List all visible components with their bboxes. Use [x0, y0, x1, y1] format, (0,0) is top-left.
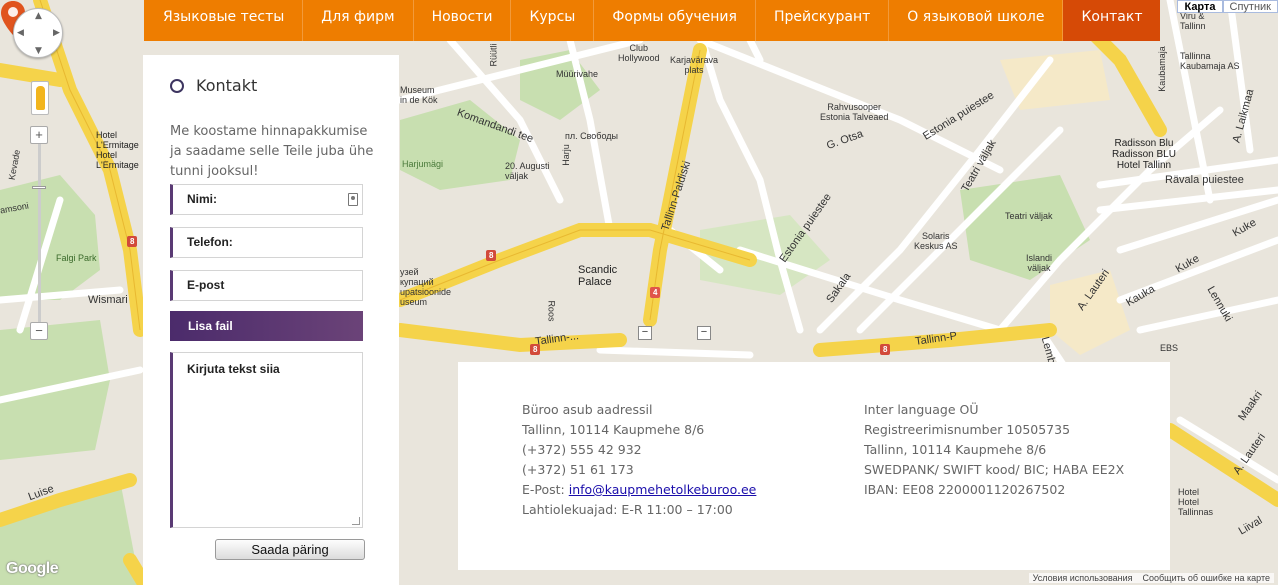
message-textarea-label: Kirjuta tekst siia	[187, 362, 280, 376]
resize-grip-icon[interactable]	[352, 517, 360, 525]
google-logo: Google	[6, 560, 59, 577]
company-info-box: Büroo asub aadressil Tallinn, 10114 Kaup…	[458, 362, 1170, 570]
attach-file-button[interactable]: Lisa fail	[170, 311, 363, 341]
form-intro-text: Me koostame hinnapakkumise ja saadame se…	[170, 124, 374, 179]
email-prefix: E-Post:	[522, 482, 569, 497]
map-label-roos: Roos	[546, 300, 557, 322]
map-label-ravala: Rävala puiestee	[1165, 174, 1244, 186]
map-label-islandi: Islandi väljak	[1026, 253, 1053, 273]
map-label-wismari: Wismari	[88, 294, 128, 306]
map-type-switch[interactable]: Карта Спутник	[1177, 0, 1278, 13]
office-address-column: Büroo asub aadressil Tallinn, 10114 Kaup…	[522, 400, 756, 520]
pan-control[interactable]: ▲ ▼ ◀ ▶	[13, 8, 63, 58]
map-label-radisson: Radisson Blu Radisson BLU Hotel Tallinn	[1112, 138, 1176, 171]
map-label-club-hollywood: Club Hollywood	[618, 43, 660, 63]
map-label-tallinn-viru: Viru & Tallinn	[1180, 11, 1206, 31]
map-label-solaris: Solaris Keskus AS	[914, 231, 958, 251]
circle-icon	[170, 78, 184, 93]
route-badge: 4	[650, 287, 661, 298]
phone-field[interactable]: Telefon:	[170, 227, 363, 258]
terms-link[interactable]: Условия использования	[1033, 573, 1133, 583]
main-navigation: Языковые тесты Для фирм Новости Курсы Фо…	[144, 0, 1161, 41]
office-hours: Lahtiolekuajad: E-R 11:00 – 17:00	[522, 502, 733, 517]
map-label-museum-kiek: Museum in de Kök	[400, 85, 438, 105]
submit-request-button[interactable]: Saada päring	[215, 539, 365, 560]
map-attribution: Условия использования Сообщить об ошибке…	[1028, 573, 1274, 583]
company-details-column: Inter language OÜ Registreerimisnumber 1…	[864, 400, 1124, 500]
pan-left-icon[interactable]: ◀	[17, 28, 24, 38]
map-label-scandic: Scandic Palace	[578, 264, 618, 289]
map-type-map[interactable]: Карта	[1177, 0, 1223, 13]
map-label-teatri-valjak2: Teatri väljak	[1005, 211, 1053, 221]
route-badge: 8	[880, 344, 891, 355]
pan-down-icon[interactable]: ▼	[35, 46, 42, 56]
form-title: Kontakt	[196, 76, 258, 95]
registration-number: Registreerimisnumber 10505735	[864, 422, 1071, 437]
map-label-harjumagi: Harjumägi	[402, 159, 444, 169]
map-label-kaubamaja: Kaubamaja	[1156, 46, 1167, 92]
pan-up-icon[interactable]: ▲	[35, 11, 42, 21]
map-label-museum-cyr: узей купаций upatsioonide useum	[400, 267, 452, 307]
route-badge: 8	[530, 344, 541, 355]
route-badge: 8	[127, 236, 138, 247]
map-marker-minus[interactable]: −	[697, 326, 711, 340]
map-label-ruutli: Rüütli	[488, 43, 499, 67]
phone-field-label: Telefon:	[187, 235, 233, 249]
pan-right-icon[interactable]: ▶	[53, 28, 60, 38]
nav-item-courses[interactable]: Курсы	[511, 0, 595, 41]
map-label-ebs: EBS	[1160, 343, 1179, 353]
nav-item-price-list[interactable]: Прейскурант	[756, 0, 890, 41]
zoom-out-button[interactable]: −	[30, 322, 48, 340]
map-label-hotel-bottom: Hotel Hotel Tallinnas	[1178, 487, 1214, 517]
company-name: Inter language OÜ	[864, 402, 979, 417]
email-link[interactable]: info@kaupmehetolkeburoo.ee	[569, 482, 757, 497]
nav-item-about-school[interactable]: О языковой школе	[889, 0, 1064, 41]
nav-item-language-tests[interactable]: Языковые тесты	[144, 0, 304, 41]
map-label-falgi-park: Falgi Park	[56, 253, 97, 263]
message-textarea[interactable]: Kirjuta tekst siia	[170, 352, 363, 528]
nav-item-study-forms[interactable]: Формы обучения	[594, 0, 756, 41]
report-error-link[interactable]: Сообщить об ошибке на карте	[1143, 573, 1270, 583]
office-phone-1: (+372) 555 42 932	[522, 442, 642, 457]
name-field-label: Nimi:	[187, 192, 217, 206]
zoom-in-button[interactable]: +	[30, 126, 48, 144]
map-label-svobody: пл. Свободы	[565, 131, 618, 141]
name-field[interactable]: Nimi:	[170, 184, 363, 215]
office-phone-2: (+372) 51 61 173	[522, 462, 634, 477]
route-badge: 8	[486, 250, 497, 261]
map-label-rahvusooper: Rahvusooper Estonia Talveaed	[820, 102, 889, 122]
zoom-slider-handle[interactable]	[32, 186, 46, 189]
map-label-harju: Harju	[560, 144, 571, 166]
map-label-hotel-ermitage: Hotel L'Ermitage Hotel L'Ermitage	[96, 130, 139, 170]
map-type-satellite[interactable]: Спутник	[1222, 0, 1278, 13]
zoom-slider-track[interactable]	[38, 144, 41, 322]
office-address: Tallinn, 10114 Kaupmehe 8/6	[522, 422, 705, 437]
form-heading: Kontakt	[170, 76, 257, 95]
nav-item-for-companies[interactable]: Для фирм	[303, 0, 414, 41]
email-field-label: E-post	[187, 278, 225, 292]
office-email-row: E-Post: info@kaupmehetolkeburoo.ee	[522, 480, 756, 500]
office-intro: Büroo asub aadressil	[522, 402, 653, 417]
nav-item-news[interactable]: Новости	[414, 0, 512, 41]
map-label-augusti: 20. Augusti väljak	[505, 161, 550, 181]
map-label-karjavarava: Karjavärava plats	[670, 55, 719, 75]
map-label-muurivahe: Müürivahe	[556, 69, 599, 79]
contact-form-panel: Kontakt Me koostame hinnapakkumise ja sa…	[143, 55, 399, 585]
map-marker-minus[interactable]: −	[638, 326, 652, 340]
email-field[interactable]: E-post	[170, 270, 363, 301]
street-view-pegman-icon[interactable]	[31, 81, 49, 115]
bank-swift: SWEDPANK/ SWIFT kood/ BIC; HABA EE2X	[864, 462, 1125, 477]
map-label-tallinna-kaubamaja: Tallinna Kaubamaja AS	[1180, 51, 1240, 71]
contact-card-icon	[348, 193, 358, 206]
company-address: Tallinn, 10114 Kaupmehe 8/6	[864, 442, 1047, 457]
nav-item-contact[interactable]: Контакт	[1063, 0, 1161, 41]
bank-iban: IBAN: EE08 2200001120267502	[864, 482, 1066, 497]
